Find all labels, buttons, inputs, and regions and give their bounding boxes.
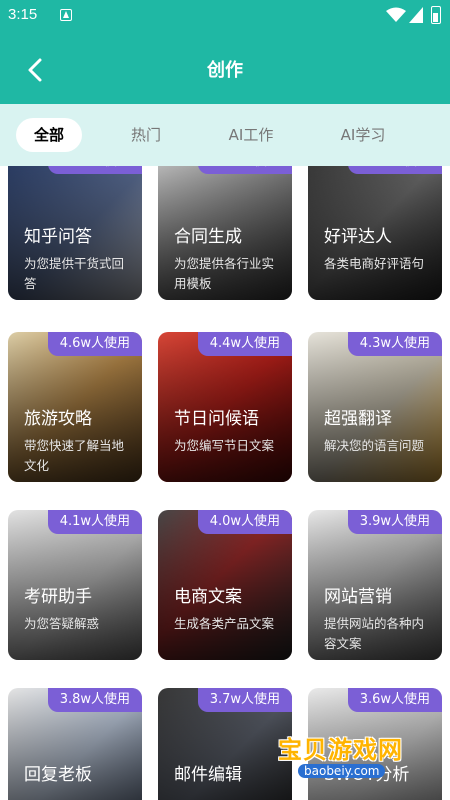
card-title: 合同生成 (174, 227, 242, 247)
template-card[interactable]: 4.0w人使用 电商文案 生成各类产品文案 (158, 510, 292, 660)
tab-all[interactable]: 全部 (16, 118, 82, 152)
template-card[interactable]: 3.8w人使用 回复老板 (8, 688, 142, 800)
card-title: 旅游攻略 (24, 409, 92, 429)
card-description: 生成各类产品文案 (174, 616, 275, 631)
signal-icon (409, 7, 423, 23)
template-grid: 4.6w人使用 知乎问答 为您提供干货式回答 4.5w人使用 合同生成 为您提供… (0, 166, 450, 800)
usage-badge: 4.0w人使用 (197, 510, 292, 534)
card-title: 考研助手 (24, 587, 92, 607)
usage-badge: 3.8w人使用 (47, 688, 142, 712)
card-title: 邮件编辑 (174, 765, 242, 785)
status-time: 3:15 (8, 6, 38, 23)
usage-badge: 3.6w人使用 (347, 688, 442, 712)
card-title: 节日问候语 (174, 409, 259, 429)
usage-badge: 4.6w人使用 (47, 332, 142, 356)
wifi-icon (386, 7, 406, 22)
usage-badge: 3.9w人使用 (347, 510, 442, 534)
usage-badge: 4.1w人使用 (47, 510, 142, 534)
card-description: 为您编写节日文案 (174, 438, 275, 453)
template-card[interactable]: 3.6w人使用 SWOT分析 (308, 688, 442, 800)
card-description: 为您答疑解惑 (24, 616, 100, 631)
card-description: 为您提供干货式回答 (24, 256, 125, 291)
card-description: 为您提供各行业实用模板 (174, 256, 275, 291)
template-card[interactable]: 3.9w人使用 网站营销 提供网站的各种内容文案 (308, 510, 442, 660)
template-card[interactable]: 4.6w人使用 旅游攻略 带您快速了解当地文化 (8, 332, 142, 482)
app-header: 3:15 创作 (0, 0, 450, 104)
usage-badge: 4.6w人使用 (47, 166, 142, 174)
usage-badge: 4.5w人使用 (347, 166, 442, 174)
tab-ai-study[interactable]: AI学习 (328, 118, 398, 152)
template-card[interactable]: 3.7w人使用 邮件编辑 (158, 688, 292, 800)
tab-hot[interactable]: 热门 (116, 118, 176, 152)
usage-badge: 4.4w人使用 (197, 332, 292, 356)
card-title: 网站营销 (324, 587, 392, 607)
template-card[interactable]: 4.4w人使用 节日问候语 为您编写节日文案 (158, 332, 292, 482)
template-card[interactable]: 4.6w人使用 知乎问答 为您提供干货式回答 (8, 166, 142, 300)
card-title: 知乎问答 (24, 227, 92, 247)
template-card[interactable]: 4.5w人使用 好评达人 各类电商好评语句 (308, 166, 442, 300)
card-description: 解决您的语言问题 (324, 438, 425, 453)
tab-ai-work[interactable]: AI工作 (216, 118, 286, 152)
card-title: SWOT分析 (324, 765, 410, 785)
template-card[interactable]: 4.5w人使用 合同生成 为您提供各行业实用模板 (158, 166, 292, 300)
usage-badge: 3.7w人使用 (197, 688, 292, 712)
battery-icon (431, 6, 441, 24)
notification-icon (60, 9, 72, 21)
template-card[interactable]: 4.3w人使用 超强翻译 解决您的语言问题 (308, 332, 442, 482)
card-description: 提供网站的各种内容文案 (324, 616, 425, 651)
card-description: 带您快速了解当地文化 (24, 438, 125, 473)
card-title: 电商文案 (174, 587, 242, 607)
status-bar: 3:15 (0, 0, 450, 32)
page-title: 创作 (207, 60, 243, 81)
category-tabs: 全部 热门 AI工作 AI学习 (0, 104, 450, 166)
usage-badge: 4.3w人使用 (347, 332, 442, 356)
card-title: 超强翻译 (324, 409, 392, 429)
card-title: 好评达人 (324, 227, 392, 247)
card-description: 各类电商好评语句 (324, 256, 425, 271)
card-title: 回复老板 (24, 765, 92, 785)
template-card[interactable]: 4.1w人使用 考研助手 为您答疑解惑 (8, 510, 142, 660)
usage-badge: 4.5w人使用 (197, 166, 292, 174)
